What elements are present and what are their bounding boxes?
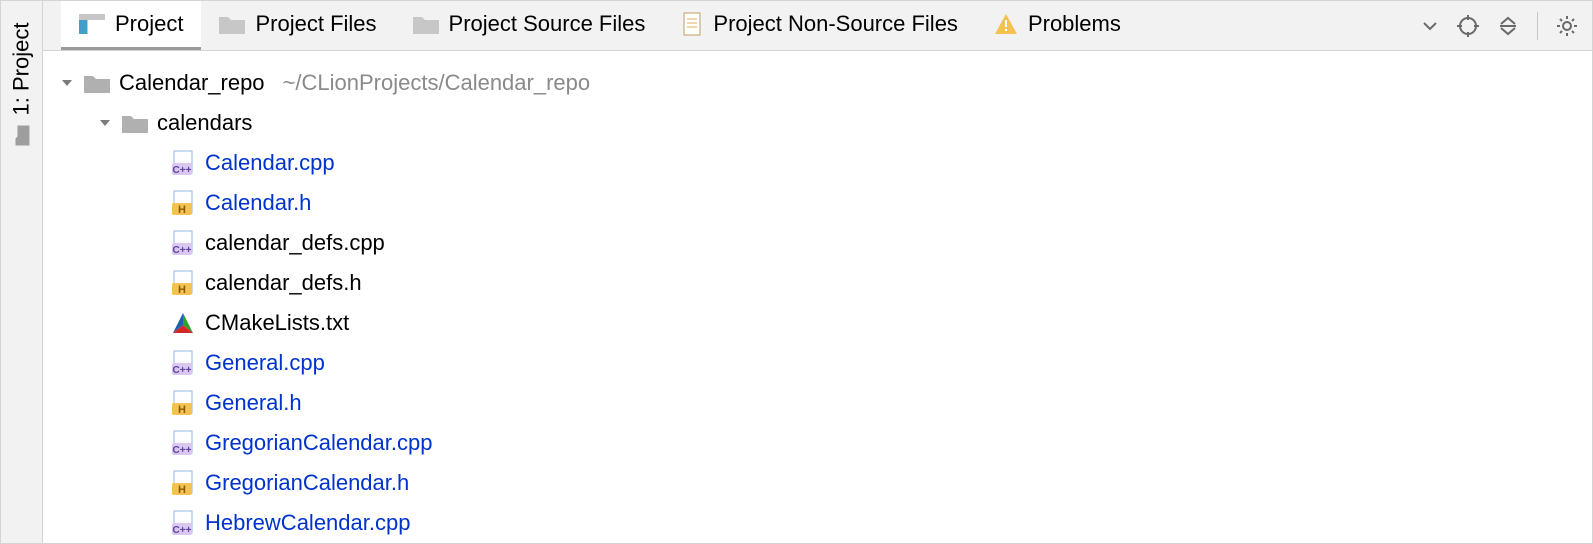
h-file-icon: H — [169, 190, 197, 216]
tree-file[interactable]: C++ GregorianCalendar.cpp — [43, 423, 1592, 463]
tree-file[interactable]: Hcalendar_defs.h — [43, 263, 1592, 303]
view-menu-button[interactable] — [1421, 17, 1439, 35]
tree-folder[interactable]: calendars — [43, 103, 1592, 143]
arrow-expanded-icon[interactable] — [95, 116, 115, 130]
h-file-icon: H — [169, 270, 197, 296]
svg-text:C++: C++ — [173, 245, 192, 256]
target-icon — [1457, 15, 1479, 37]
collapse-icon — [1497, 15, 1519, 37]
tree-node-label: Calendar.h — [205, 190, 311, 216]
tree-node-label: calendar_defs.cpp — [205, 230, 385, 256]
tree-file[interactable]: H General.h — [43, 383, 1592, 423]
tab-label: Project — [115, 11, 183, 37]
tree-file[interactable]: H Calendar.h — [43, 183, 1592, 223]
svg-text:H: H — [178, 284, 186, 296]
tab-project-files[interactable]: Project Files — [201, 1, 394, 50]
tree-node-label: General.cpp — [205, 350, 325, 376]
tree-node-label: GregorianCalendar.h — [205, 470, 409, 496]
cpp-file-icon: C++ — [169, 510, 197, 536]
tree-file[interactable]: CMakeLists.txt — [43, 303, 1592, 343]
tree-file[interactable]: H GregorianCalendar.h — [43, 463, 1592, 503]
svg-text:C++: C++ — [173, 445, 192, 456]
tree-node-label: GregorianCalendar.cpp — [205, 430, 432, 456]
toolbar-separator — [1537, 12, 1538, 40]
sidebar-tab-label: 1: Project — [9, 23, 35, 116]
chevron-down-icon — [1421, 17, 1439, 35]
settings-button[interactable] — [1556, 15, 1578, 37]
project-tool-window: 1: Project Project Project Files Project S… — [0, 0, 1593, 544]
main-panel: Project Project Files Project Source Files… — [43, 1, 1592, 543]
folder-icon — [219, 14, 245, 34]
svg-text:H: H — [178, 404, 186, 416]
tree-folder[interactable]: Calendar_repo ~/CLionProjects/Calendar_re… — [43, 63, 1592, 103]
tree-file[interactable]: C++ calendar_defs.cpp — [43, 223, 1592, 263]
cpp-file-icon: C++ — [169, 430, 197, 456]
folder-icon — [413, 14, 439, 34]
tab-label: Problems — [1028, 11, 1121, 37]
cpp-file-icon: C++ — [169, 230, 197, 256]
window-icon — [79, 14, 105, 34]
h-file-icon: H — [169, 470, 197, 496]
tree-node-label: calendars — [157, 110, 252, 136]
cpp-file-icon: C++ — [169, 350, 197, 376]
warning-icon — [994, 13, 1018, 35]
tree-node-label: calendar_defs.h — [205, 270, 362, 296]
tab-project-non-source-files[interactable]: Project Non-Source Files — [663, 1, 976, 50]
h-file-icon: H — [169, 390, 197, 416]
tab-project-source-files[interactable]: Project Source Files — [395, 1, 664, 50]
tree-node-path: ~/CLionProjects/Calendar_repo — [283, 70, 591, 96]
tool-window-tabbar: Project Project Files Project Source Files… — [43, 1, 1592, 51]
tab-label: Project Source Files — [449, 11, 646, 37]
tree-node-label: HebrewCalendar.cpp — [205, 510, 410, 536]
sidebar-tab-project[interactable]: 1: Project — [9, 23, 35, 146]
tree-node-label: CMakeLists.txt — [205, 310, 349, 336]
svg-text:H: H — [178, 204, 186, 216]
tool-window-sidebar: 1: Project — [1, 1, 43, 543]
tab-problems[interactable]: Problems — [976, 1, 1139, 50]
tree-file[interactable]: C++ Calendar.cpp — [43, 143, 1592, 183]
folder-icon — [14, 125, 30, 145]
gear-icon — [1556, 15, 1578, 37]
cpp-file-icon: C++ — [169, 150, 197, 176]
tab-project[interactable]: Project — [61, 1, 201, 50]
target-button[interactable] — [1457, 15, 1479, 37]
tree-node-label: General.h — [205, 390, 302, 416]
tool-window-toolbar — [1421, 1, 1592, 50]
svg-text:H: H — [178, 484, 186, 496]
folder-open-icon — [121, 113, 149, 133]
cmake-file-icon — [169, 311, 197, 335]
tab-label: Project Non-Source Files — [713, 11, 958, 37]
tree-node-label: Calendar_repo — [119, 70, 265, 96]
tree-file[interactable]: C++ General.cpp — [43, 343, 1592, 383]
file-icon — [681, 12, 703, 36]
tab-label: Project Files — [255, 11, 376, 37]
project-tree: Calendar_repo ~/CLionProjects/Calendar_re… — [43, 51, 1592, 543]
collapse-all-button[interactable] — [1497, 15, 1519, 37]
svg-text:C++: C++ — [173, 525, 192, 536]
arrow-expanded-icon[interactable] — [57, 76, 77, 90]
tree-file[interactable]: C++ HebrewCalendar.cpp — [43, 503, 1592, 543]
folder-open-icon — [83, 73, 111, 93]
svg-text:C++: C++ — [173, 165, 192, 176]
tree-node-label: Calendar.cpp — [205, 150, 335, 176]
svg-text:C++: C++ — [173, 365, 192, 376]
